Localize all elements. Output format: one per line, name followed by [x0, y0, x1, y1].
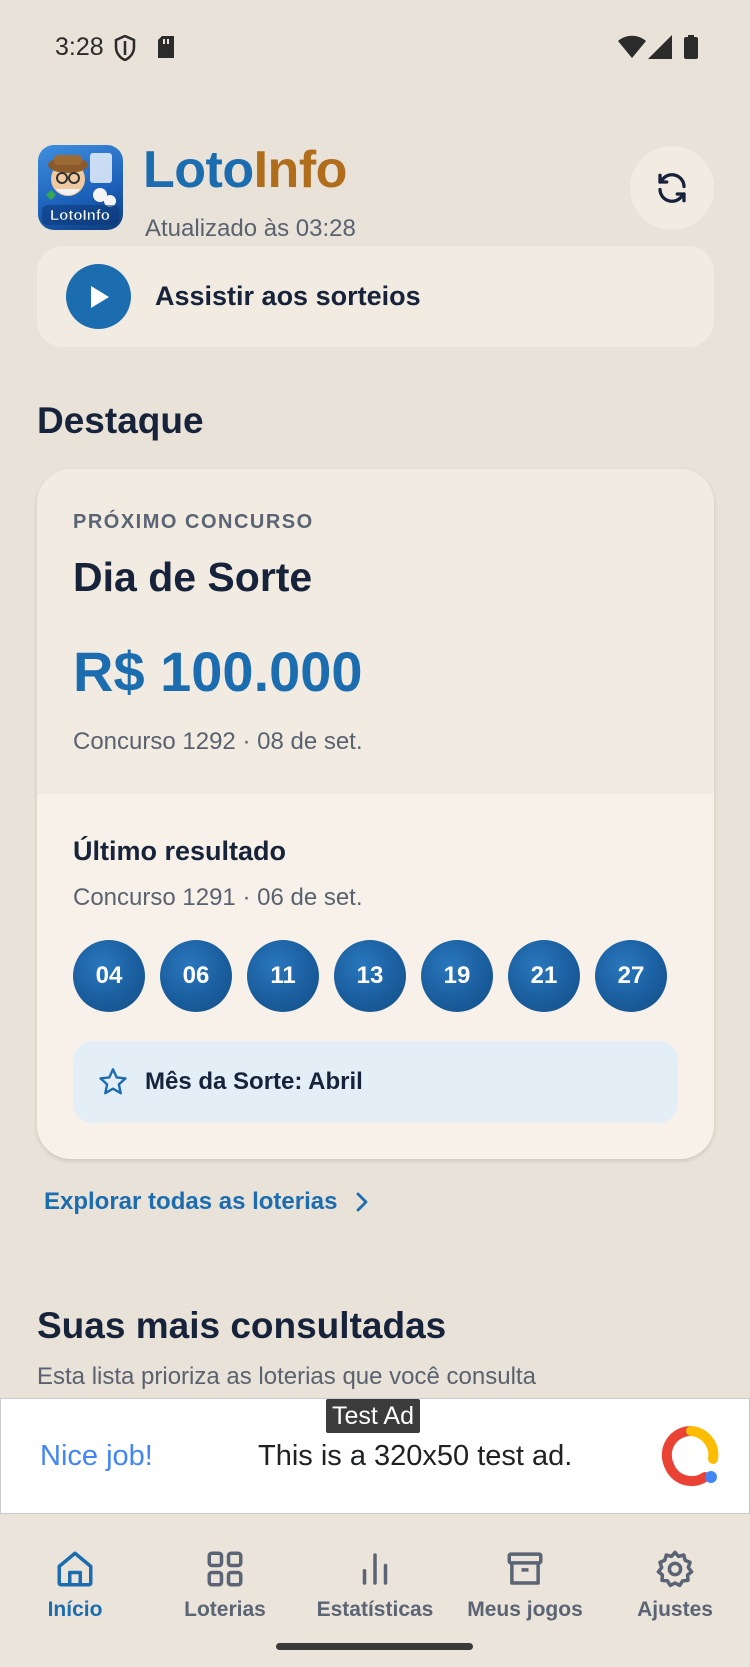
nav-item-ajustes[interactable]: Ajustes	[600, 1515, 750, 1635]
nav-item-meus-jogos[interactable]: Meus jogos	[450, 1515, 600, 1635]
gear-icon	[656, 1550, 694, 1588]
sd-card-icon	[158, 36, 174, 58]
nav-item-inicio[interactable]: Início	[0, 1515, 150, 1635]
chevron-right-icon	[357, 1192, 368, 1212]
watch-draws-label: Assistir aos sorteios	[155, 281, 421, 311]
star-icon	[99, 1068, 127, 1095]
bar-chart-icon	[362, 1553, 388, 1585]
nav-item-estatisticas[interactable]: Estatísticas	[300, 1515, 450, 1635]
most-viewed-title: Suas mais consultadas	[37, 1305, 447, 1346]
highlight-section-title: Destaque	[37, 400, 204, 441]
ad-logo-icon	[661, 1425, 719, 1486]
refresh-icon	[658, 173, 686, 203]
lucky-month-badge: Mês da Sorte: Abril	[73, 1041, 678, 1123]
status-time: 3:28	[55, 33, 104, 61]
number-ball: 19	[421, 940, 493, 1012]
lucky-month-label: Mês da Sorte: Abril	[145, 1068, 363, 1095]
ad-headline[interactable]: Nice job!	[40, 1440, 153, 1473]
archive-icon	[507, 1552, 543, 1585]
test-ad-tag: Test Ad	[326, 1399, 420, 1433]
drawn-numbers: 04 06 11 13 19 21 27	[73, 940, 667, 1012]
signal-icon	[648, 35, 672, 59]
home-icon	[57, 1551, 93, 1587]
play-icon	[66, 264, 131, 329]
nav-label: Estatísticas	[316, 1598, 434, 1621]
explore-lotteries-label: Explorar todas as loterias	[44, 1188, 338, 1215]
last-result-title: Último resultado	[73, 836, 287, 866]
lottery-name: Dia de Sorte	[73, 554, 313, 600]
nav-label: Meus jogos	[467, 1598, 583, 1621]
number-ball: 04	[73, 940, 145, 1012]
home-indicator[interactable]	[276, 1643, 473, 1650]
status-bar: 3:28	[0, 0, 750, 96]
number-ball: 13	[334, 940, 406, 1012]
highlight-card[interactable]: PRÓXIMO CONCURSO Dia de Sorte R$ 100.000…	[37, 469, 714, 1159]
app-title: LotoInfo	[143, 141, 347, 199]
nav-label: Início	[47, 1598, 103, 1621]
battery-icon	[684, 35, 698, 59]
refresh-button[interactable]	[630, 146, 714, 230]
nav-label: Ajustes	[637, 1598, 713, 1621]
lotoinfo-logo-icon: LotoInfo	[42, 153, 119, 225]
next-draw-info: Concurso 1292 · 08 de set.	[73, 728, 363, 755]
next-draw-kicker: PRÓXIMO CONCURSO	[73, 511, 314, 533]
wifi-icon	[618, 35, 646, 58]
most-viewed-subtitle: Esta lista prioriza as loterias que você…	[37, 1363, 536, 1390]
number-ball: 06	[160, 940, 232, 1012]
grid-icon	[207, 1551, 243, 1587]
watch-draws-button[interactable]: Assistir aos sorteios	[37, 246, 714, 347]
last-draw-info: Concurso 1291 · 06 de set.	[73, 884, 363, 911]
nav-item-loterias[interactable]: Loterias	[150, 1515, 300, 1635]
nav-label: Loterias	[184, 1598, 266, 1621]
last-result-panel: Último resultado Concurso 1291 · 06 de s…	[37, 794, 714, 1159]
number-ball: 11	[247, 940, 319, 1012]
ad-text[interactable]: This is a 320x50 test ad.	[258, 1440, 572, 1473]
number-ball: 27	[595, 940, 667, 1012]
app-logo: LotoInfo	[38, 145, 123, 230]
updated-time: Atualizado às 03:28	[145, 215, 356, 242]
logo-text: LotoInfo	[50, 207, 110, 224]
explore-lotteries-link[interactable]: Explorar todas as loterias	[44, 1188, 369, 1216]
shield-icon	[114, 35, 136, 61]
number-ball: 21	[508, 940, 580, 1012]
prize-amount: R$ 100.000	[73, 640, 363, 703]
